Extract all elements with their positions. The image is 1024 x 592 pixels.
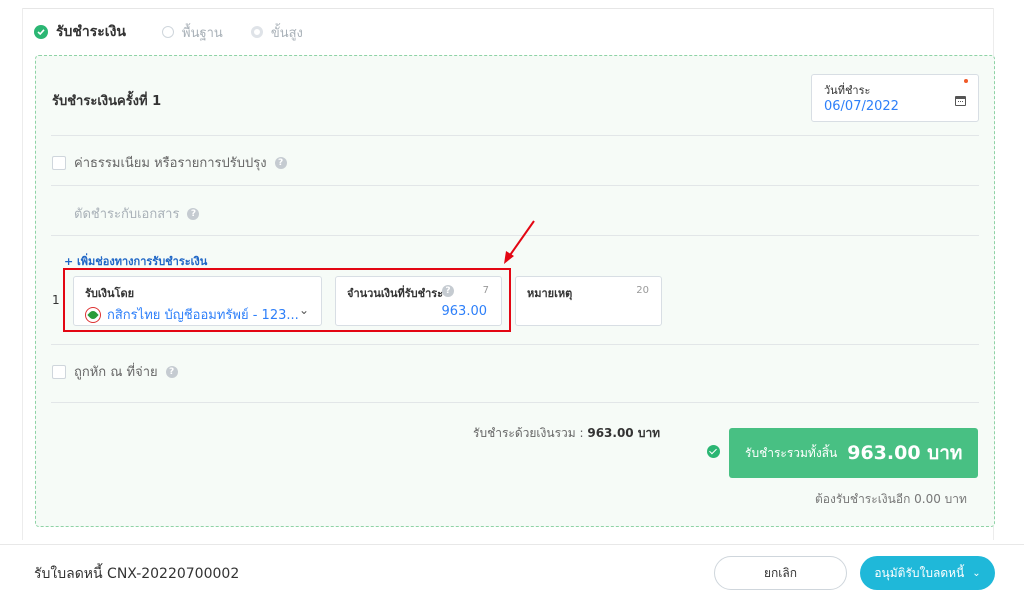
approve-credit-note-button[interactable]: อนุมัติรับใบลดหนี้ ⌄ xyxy=(860,556,995,590)
payment-date-label: วันที่ชำระ xyxy=(824,84,871,97)
fee-checkbox[interactable] xyxy=(52,155,66,170)
offset-option-row: ตัดชำระกับเอกสาร ? xyxy=(52,203,200,224)
payment-page: รับชำระเงิน พื้นฐาน ขั้นสูง รับชำระเงินค… xyxy=(0,0,1024,592)
payment-mode-row: รับชำระเงิน พื้นฐาน ขั้นสูง xyxy=(34,22,331,42)
check-circle-icon[interactable] xyxy=(34,25,48,39)
annotation-arrow-icon xyxy=(504,220,535,264)
divider xyxy=(51,402,979,403)
payment-date-value: 06/07/2022 xyxy=(824,99,899,114)
offset-checkbox[interactable] xyxy=(52,207,66,221)
withholding-option-row: ถูกหัก ณ ที่จ่าย ? xyxy=(52,361,178,382)
payment-sum-text: รับชำระด้วยเงินรวม : 963.00 บาท xyxy=(473,424,660,443)
payment-round-title: รับชำระเงินครั้งที่ 1 xyxy=(52,94,162,109)
check-circle-icon xyxy=(707,445,720,458)
radio-basic[interactable] xyxy=(162,26,174,38)
payment-sum-label: รับชำระด้วยเงินรวม : xyxy=(473,426,584,440)
required-indicator xyxy=(964,79,968,83)
total-payment-banner: รับชำระรวมทั้งสิ้น 963.00 บาท xyxy=(729,428,978,478)
calendar-icon[interactable] xyxy=(955,96,966,106)
divider xyxy=(51,344,979,345)
withholding-checkbox[interactable] xyxy=(52,364,66,379)
top-divider xyxy=(22,8,994,9)
document-title: รับใบลดหนี้ CNX-20220700002 xyxy=(34,566,240,582)
divider xyxy=(51,135,979,136)
annotation-highlight-box xyxy=(63,268,511,332)
cancel-button[interactable]: ยกเลิก xyxy=(714,556,847,590)
fee-option-row: ค่าธรรมเนียม หรือรายการปรับปรุง ? xyxy=(52,152,287,173)
radio-basic-label: พื้นฐาน xyxy=(182,25,223,41)
help-icon[interactable]: ? xyxy=(187,207,200,220)
radio-advanced-label: ขั้นสูง xyxy=(270,25,303,41)
radio-advanced[interactable] xyxy=(250,26,263,38)
total-payment-value: 963.00 บาท xyxy=(847,442,963,464)
offset-option-label: ตัดชำระกับเอกสาร xyxy=(74,207,180,222)
fee-option-label: ค่าธรรมเนียม หรือรายการปรับปรุง xyxy=(74,156,267,171)
help-icon[interactable]: ? xyxy=(274,156,287,169)
chevron-down-icon[interactable]: ⌄ xyxy=(972,568,980,579)
receive-payment-label: รับชำระเงิน xyxy=(56,24,126,40)
withholding-option-label: ถูกหัก ณ ที่จ่าย xyxy=(74,365,158,380)
help-icon[interactable]: ? xyxy=(165,365,178,378)
note-char-count: 20 xyxy=(636,285,649,296)
note-label: หมายเหตุ xyxy=(527,287,573,300)
left-border xyxy=(22,8,23,540)
remaining-amount-text: ต้องรับชำระเงินอีก 0.00 บาท xyxy=(815,492,967,506)
divider xyxy=(51,185,979,186)
total-payment-label: รับชำระรวมทั้งสิ้น xyxy=(745,445,838,460)
note-field[interactable]: หมายเหตุ 20 xyxy=(515,276,662,326)
approve-button-label: อนุมัติรับใบลดหนี้ xyxy=(874,565,965,580)
payment-sum-value: 963.00 บาท xyxy=(587,426,661,440)
row-number: 1 xyxy=(52,293,60,307)
payment-date-field[interactable]: วันที่ชำระ 06/07/2022 xyxy=(811,74,979,122)
footer-bar: รับใบลดหนี้ CNX-20220700002 ยกเลิก อนุมั… xyxy=(0,544,1024,592)
